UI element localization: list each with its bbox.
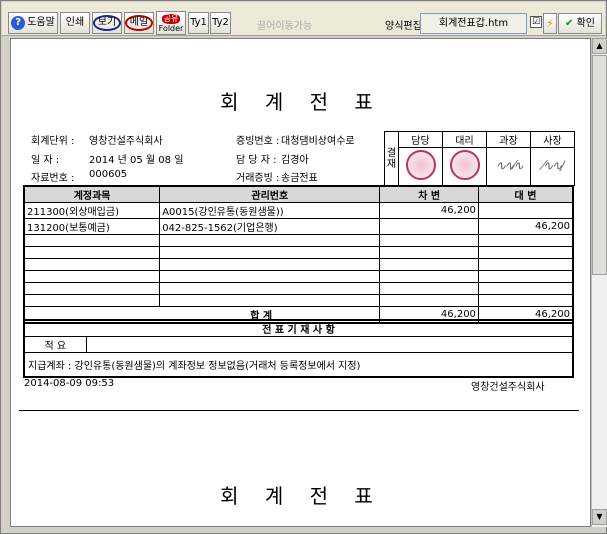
cell-debit — [379, 218, 479, 235]
approval-side-label: 결재 — [384, 131, 399, 186]
header-credit: 대 변 — [477, 185, 574, 203]
summary-label: 적 요 — [23, 336, 87, 353]
table-row — [23, 282, 574, 295]
table-row — [23, 294, 574, 307]
view-oval-icon: 보기 — [92, 15, 122, 31]
form-select[interactable]: 회계전표갑.htm — [420, 13, 527, 34]
share-folder-icon: 공유 Folder — [158, 13, 184, 33]
docno-value: 000605 — [89, 169, 128, 180]
approval-role: 과장 — [486, 131, 531, 148]
print-button[interactable]: 인쇄 — [60, 12, 90, 34]
cell-code: 042-825-1562(기업은행) — [159, 218, 381, 235]
table-row — [23, 246, 574, 259]
table-row: 131200(보통예금) 042-825-1562(기업은행) 46,200 — [23, 218, 574, 235]
trade-label: 거래증빙 : — [236, 173, 280, 184]
approval-role: 담당 — [398, 131, 443, 148]
approval-role: 사장 — [530, 131, 575, 148]
mail-button[interactable]: 메일 — [124, 12, 154, 34]
cell-credit — [477, 202, 574, 219]
ok-button[interactable]: ✔ 확인 — [558, 13, 602, 34]
page-separator — [19, 410, 579, 411]
table-row — [23, 234, 574, 247]
signature-icon: ⁄∿∿/ — [542, 159, 564, 174]
vertical-scrollbar[interactable]: ▲ ▼ — [591, 38, 607, 527]
signature-icon: ∿∿⁄∿ — [495, 159, 524, 174]
view-button[interactable]: 보기 — [92, 12, 122, 34]
approval-stamp-cell — [398, 147, 443, 186]
table-row — [23, 258, 574, 271]
ty2-button[interactable]: Ty2 — [210, 12, 231, 34]
unit-value: 영창건설주식회사 — [89, 136, 163, 147]
document-title: 회 계 전 표 — [220, 90, 383, 114]
manager-label: 담 당 자 : — [236, 155, 277, 166]
summary-value — [85, 336, 574, 353]
header-code: 관리번호 — [159, 185, 381, 203]
document-viewport[interactable]: 회 계 전 표 회계단위 : 영창건설주식회사 일 자 : 2014 년 05 … — [10, 38, 591, 527]
header-debit: 차 변 — [379, 185, 479, 203]
manager-value: 김경아 — [281, 155, 309, 166]
checkmark-icon: ✔ — [565, 18, 574, 29]
evidence-label: 증빙번호 : — [236, 136, 280, 147]
ty1-button[interactable]: Ty1 — [188, 12, 209, 34]
scroll-down-icon[interactable]: ▼ — [592, 509, 607, 525]
evidence-value: 대청댐비상여수로 — [281, 136, 355, 147]
form-checkbox[interactable]: ☑ — [530, 16, 542, 28]
approval-sign-cell: ∿∿⁄∿ — [486, 147, 531, 186]
cell-credit: 46,200 — [477, 218, 574, 235]
print-timestamp: 2014-08-09 09:53 — [24, 378, 115, 389]
table-header-row: 계정과목 관리번호 차 변 대 변 — [23, 185, 574, 203]
cell-account: 211300(외상매입금) — [23, 202, 161, 219]
mail-oval-icon: 메일 — [124, 15, 154, 31]
form-edit-label: 양식편집 — [385, 21, 422, 32]
toolbar: ? 도움말 인쇄 보기 메일 공유 Folder Ty1 Ty2 끌어이동가능 … — [2, 2, 605, 36]
seal-stamp-icon — [405, 150, 436, 180]
approval-sign-cell: ⁄∿∿/ — [530, 147, 575, 186]
approval-stamp-cell — [442, 147, 487, 186]
document-title-page2: 회 계 전 표 — [220, 484, 383, 508]
notes-header: 전 표 기 재 사 항 — [23, 319, 574, 337]
lightning-button[interactable]: ⚡ — [543, 13, 557, 34]
cell-debit: 46,200 — [379, 202, 479, 219]
date-label: 일 자 : — [31, 155, 60, 166]
notes-table: 전 표 기 재 사 항 적 요 지급계좌 : 강인유통(동원샘물)의 계좌정보 … — [23, 319, 574, 378]
cell-code: A0015(강인유통(동원샘물)) — [159, 202, 381, 219]
lightning-icon: ⚡ — [546, 17, 554, 30]
table-row — [23, 270, 574, 283]
scroll-thumb[interactable] — [592, 55, 607, 275]
unit-label: 회계단위 : — [31, 136, 75, 147]
approval-role: 대리 — [442, 131, 487, 148]
trade-value: 송금전표 — [281, 173, 318, 184]
share-folder-button[interactable]: 공유 Folder — [156, 11, 186, 35]
help-icon: ? — [11, 16, 26, 30]
seal-stamp-icon — [449, 150, 480, 180]
drag-move-hint: 끌어이동가능 — [257, 21, 313, 32]
help-button[interactable]: ? 도움말 — [8, 12, 58, 34]
docno-label: 자료번호 : — [31, 173, 75, 184]
header-account: 계정과목 — [23, 185, 161, 203]
notes-text: 지급계좌 : 강인유통(동원샘물)의 계좌정보 정보없음(거래처 등록정보에서 … — [23, 352, 574, 377]
date-value: 2014 년 05 월 08 일 — [89, 155, 184, 166]
print-preview-window: ? 도움말 인쇄 보기 메일 공유 Folder Ty1 Ty2 끌어이동가능 … — [0, 0, 607, 534]
scroll-up-icon[interactable]: ▲ — [592, 38, 607, 54]
approval-table: 결재 담당 대리 과장 사장 ∿∿⁄∿ ⁄∿∿/ — [384, 131, 575, 186]
footer-company: 영창건설주식회사 — [471, 382, 545, 393]
cell-account: 131200(보통예금) — [23, 218, 161, 235]
table-row: 211300(외상매입금) A0015(강인유통(동원샘물)) 46,200 — [23, 202, 574, 219]
journal-table: 계정과목 관리번호 차 변 대 변 211300(외상매입금) A0015(강인… — [23, 185, 574, 324]
